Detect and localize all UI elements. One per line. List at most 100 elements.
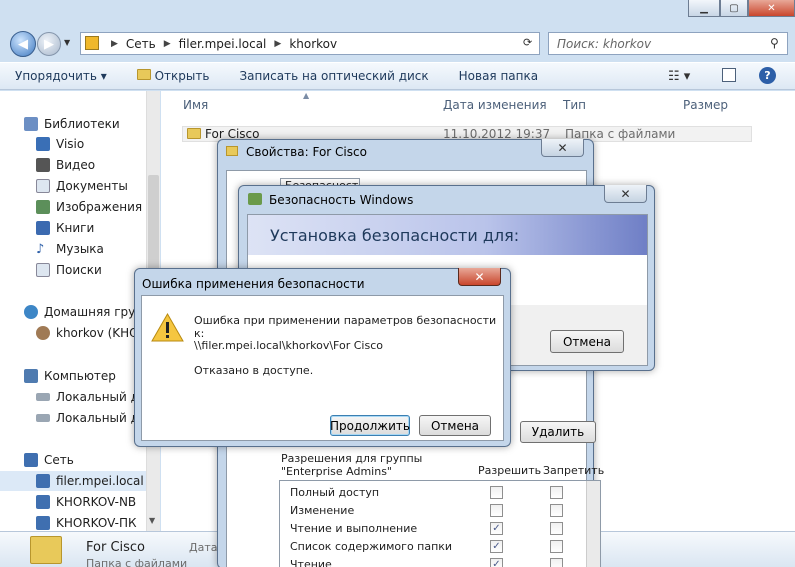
nav-lib-documents[interactable]: Документы (0, 176, 159, 196)
new-folder-button[interactable]: Новая папка (444, 69, 553, 83)
deny-checkbox[interactable] (550, 558, 563, 567)
nav-lib-video[interactable]: Видео (0, 155, 159, 175)
permission-row: Чтение и выполнение ✓ (280, 520, 586, 538)
error-message: Ошибка при применении параметров безопас… (194, 314, 497, 340)
close-icon[interactable]: ✕ (458, 268, 501, 286)
column-header-name[interactable]: Имя (183, 98, 208, 112)
permission-row: Полный доступ (280, 484, 586, 502)
burn-disc-button[interactable]: Записать на оптический диск (224, 69, 443, 83)
error-dialog: Ошибка применения безопасности ✕ Ошибка … (134, 268, 511, 447)
nav-lib-visio[interactable]: Visio (0, 134, 159, 154)
permission-row: Чтение ✓ (280, 556, 586, 567)
computer-icon (36, 516, 50, 530)
preview-pane-icon[interactable] (722, 68, 736, 82)
nav-network-pc[interactable]: KHORKOV-ПК (0, 513, 159, 531)
chevron-right-icon: ▶ (111, 38, 118, 49)
help-icon[interactable]: ? (759, 67, 776, 84)
security-heading: Установка безопасности для: (270, 226, 520, 245)
allow-checkbox[interactable] (490, 504, 503, 517)
allow-checkbox[interactable]: ✓ (490, 540, 503, 553)
permission-name: Полный доступ (290, 486, 380, 499)
refresh-icon[interactable]: ⟳ (523, 36, 532, 49)
video-icon (36, 158, 50, 172)
permission-name: Список содержимого папки (290, 540, 453, 553)
forward-button[interactable]: ▶ (37, 32, 61, 56)
details-name: For Cisco (86, 540, 146, 555)
server-icon (36, 474, 50, 488)
security-title: Безопасность Windows (269, 193, 414, 207)
chevron-right-icon: ▶ (274, 38, 282, 49)
allow-checkbox[interactable] (490, 486, 503, 499)
breadcrumb-network[interactable]: Сеть (126, 37, 156, 51)
close-icon[interactable]: ✕ (748, 0, 795, 17)
permission-name: Чтение (290, 558, 332, 567)
column-header-type[interactable]: Тип (563, 98, 586, 112)
column-header-size[interactable]: Размер (683, 98, 728, 112)
sort-arrow-icon: ▲ (303, 91, 310, 100)
search-icon[interactable]: ⚲ (770, 36, 779, 50)
nav-lib-music[interactable]: ♪ Музыка (0, 239, 159, 259)
maximize-icon[interactable]: ▢ (720, 0, 748, 17)
column-header-date[interactable]: Дата изменения (443, 98, 547, 112)
breadcrumb-server[interactable]: filer.mpei.local (179, 37, 267, 51)
remove-button[interactable]: Удалить (520, 421, 596, 443)
minimize-icon[interactable]: ▁ (688, 0, 720, 17)
organize-button[interactable]: Упорядочить ▾ (0, 69, 122, 83)
user-icon (36, 326, 50, 340)
large-folder-icon (30, 536, 62, 564)
computer-icon (36, 495, 50, 509)
visio-icon (36, 137, 50, 151)
security-cancel-button[interactable]: Отмена (550, 330, 624, 353)
documents-icon (36, 179, 50, 193)
deny-checkbox[interactable] (550, 504, 563, 517)
nav-network[interactable]: Сеть (0, 450, 159, 470)
warning-icon (151, 313, 184, 342)
error-path: \\filer.mpei.local\khorkov\For Cisco (194, 339, 383, 352)
allow-checkbox[interactable]: ✓ (490, 522, 503, 535)
homegroup-icon (24, 305, 38, 319)
scroll-down-icon[interactable]: ▼ (149, 516, 155, 525)
breadcrumb-folder[interactable]: khorkov (289, 37, 337, 51)
deny-checkbox[interactable] (550, 486, 563, 499)
permissions-scrollbar[interactable] (586, 481, 600, 567)
error-detail: Отказано в доступе. (194, 364, 314, 377)
history-dropdown-icon[interactable]: ▼ (64, 38, 70, 47)
chevron-right-icon: ▶ (163, 38, 171, 49)
permissions-header: Разрешения для группы "Enterprise Admins… (281, 452, 423, 478)
close-icon[interactable]: ✕ (541, 139, 584, 157)
address-bar[interactable]: ▶ Сеть ▶ filer.mpei.local ▶ khorkov ⟳ (80, 32, 540, 55)
permissions-list: Полный доступ Изменение Чтение и выполне… (279, 480, 601, 567)
deny-checkbox[interactable] (550, 522, 563, 535)
nav-lib-pictures[interactable]: Изображения (0, 197, 159, 217)
shield-icon (248, 193, 262, 205)
allow-column-label: Разрешить (478, 464, 542, 477)
allow-checkbox[interactable]: ✓ (490, 558, 503, 567)
network-icon (24, 453, 38, 467)
view-options-icon[interactable]: ☷ ▾ (668, 69, 690, 84)
disk-icon (36, 414, 50, 422)
properties-title: Свойства: For Cisco (246, 145, 367, 159)
details-type: Папка с файлами (86, 557, 188, 567)
nav-network-filer[interactable]: filer.mpei.local (0, 471, 146, 491)
deny-column-label: Запретить (543, 464, 605, 477)
search-input[interactable]: Поиск: khorkov (548, 32, 788, 55)
address-row: ◀ ▶ ▼ ▶ Сеть ▶ filer.mpei.local ▶ khorko… (0, 28, 795, 58)
books-icon (36, 221, 50, 235)
pictures-icon (36, 200, 50, 214)
nav-libraries[interactable]: Библиотеки (0, 114, 159, 134)
deny-checkbox[interactable] (550, 540, 563, 553)
disk-icon (36, 393, 50, 401)
continue-button[interactable]: Продолжить (330, 415, 410, 436)
searches-icon (36, 263, 50, 277)
libraries-icon (24, 117, 38, 131)
close-icon[interactable]: ✕ (604, 185, 647, 203)
permission-row: Изменение (280, 502, 586, 520)
network-folder-icon (85, 36, 99, 50)
music-icon: ♪ (36, 242, 45, 257)
nav-lib-books[interactable]: Книги (0, 218, 159, 238)
folder-icon (226, 146, 238, 156)
open-button[interactable]: Открыть (122, 69, 225, 83)
back-button[interactable]: ◀ (10, 31, 36, 57)
nav-network-nb[interactable]: KHORKOV-NB (0, 492, 159, 512)
error-cancel-button[interactable]: Отмена (419, 415, 491, 436)
